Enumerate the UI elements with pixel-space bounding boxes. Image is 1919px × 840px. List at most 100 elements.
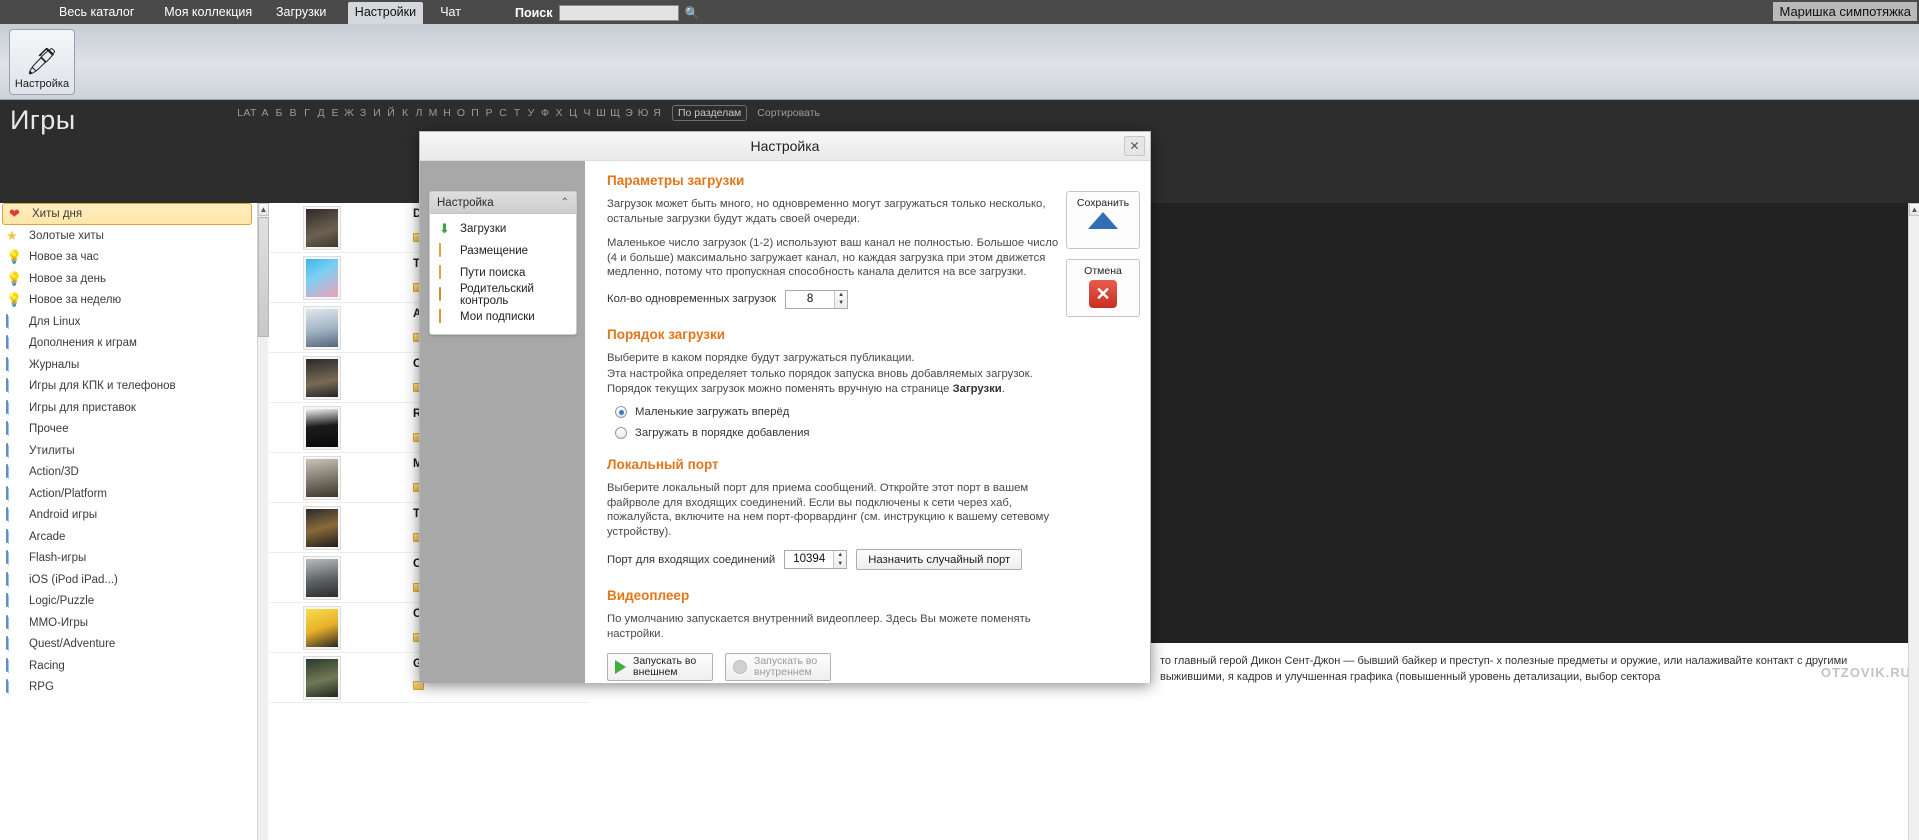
- alphabet-letter-ф[interactable]: Ф: [538, 107, 552, 119]
- sidebar-item-11[interactable]: Утилиты: [0, 440, 256, 462]
- dialog-nav-item-1[interactable]: Размещение: [430, 240, 576, 262]
- alphabet-letter-н[interactable]: Н: [440, 107, 454, 119]
- sidebar-scrollbar[interactable]: ▲: [257, 203, 269, 840]
- game-cover-image[interactable]: [303, 605, 341, 650]
- menu-item-2[interactable]: Загрузки: [269, 3, 333, 21]
- close-icon[interactable]: ✕: [1124, 136, 1145, 156]
- sidebar-item-3[interactable]: 💡 Новое за день: [0, 268, 256, 290]
- sidebar-item-6[interactable]: Дополнения к играм: [0, 333, 256, 355]
- alphabet-letter-л[interactable]: Л: [412, 107, 426, 119]
- content-scroll-up-arrow-icon[interactable]: ▲: [1909, 203, 1919, 216]
- game-cover-image[interactable]: [303, 455, 341, 500]
- scroll-up-arrow-icon[interactable]: ▲: [258, 203, 269, 216]
- incoming-port-stepper[interactable]: 10394 ▲ ▼: [784, 550, 848, 569]
- game-cover-item[interactable]: [269, 403, 411, 453]
- game-cover-item[interactable]: [269, 653, 411, 703]
- sidebar-item-15[interactable]: Arcade: [0, 526, 256, 548]
- content-scrollbar[interactable]: ▲: [1908, 203, 1919, 840]
- by-sections-button[interactable]: По разделам: [672, 105, 748, 121]
- sidebar-scroll-thumb[interactable]: [258, 217, 269, 337]
- radio-option-add-order[interactable]: Загружать в порядке добавления: [615, 427, 1150, 439]
- dialog-nav-item-4[interactable]: Мои подписки: [430, 306, 576, 328]
- alphabet-letter-я[interactable]: Я: [650, 107, 664, 119]
- alphabet-letter-р[interactable]: Р: [482, 107, 496, 119]
- search-input[interactable]: [558, 4, 679, 21]
- alphabet-letter-с[interactable]: С: [496, 107, 510, 119]
- game-cover-item[interactable]: [269, 503, 411, 553]
- dialog-nav-header[interactable]: Настройка ⌃: [430, 192, 576, 214]
- alphabet-letter-е[interactable]: Е: [328, 107, 342, 119]
- dialog-nav-item-2[interactable]: Пути поиска: [430, 262, 576, 284]
- downloads-page-link[interactable]: Загрузки: [953, 383, 1002, 395]
- sidebar-item-14[interactable]: Android игры: [0, 505, 256, 527]
- game-cover-image[interactable]: [303, 505, 341, 550]
- settings-toolbar-button[interactable]: 🖊 Настройка: [9, 29, 75, 95]
- alphabet-letter-м[interactable]: М: [426, 107, 440, 119]
- alphabet-letter-д[interactable]: Д: [314, 107, 328, 119]
- sidebar-item-10[interactable]: Прочее: [0, 419, 256, 441]
- alphabet-letter-в[interactable]: В: [286, 107, 300, 119]
- sidebar-item-2[interactable]: 💡 Новое за час: [0, 247, 256, 269]
- stepper-arrows[interactable]: ▲ ▼: [834, 290, 848, 308]
- game-cover-image[interactable]: [303, 205, 341, 250]
- search-icon[interactable]: 🔍: [685, 7, 700, 19]
- sidebar-item-9[interactable]: Игры для приставок: [0, 397, 256, 419]
- radio-icon-add-order[interactable]: [615, 427, 627, 439]
- alphabet-letter-э[interactable]: Э: [622, 107, 636, 119]
- stepper-up-icon[interactable]: ▲: [835, 291, 847, 300]
- sidebar-item-4[interactable]: 💡 Новое за неделю: [0, 290, 256, 312]
- alphabet-letter-ц[interactable]: Ц: [566, 107, 580, 119]
- alphabet-letter-у[interactable]: У: [524, 107, 538, 119]
- radio-option-small-first[interactable]: Маленькие загружать вперёд: [615, 406, 1150, 418]
- port-stepper-down-icon[interactable]: ▼: [834, 560, 846, 569]
- game-cover-image[interactable]: [303, 405, 341, 450]
- cancel-button[interactable]: Отмена ✕: [1066, 259, 1140, 317]
- port-stepper-arrows[interactable]: ▲ ▼: [833, 551, 847, 569]
- sidebar-item-18[interactable]: Logic/Puzzle: [0, 591, 256, 613]
- save-button[interactable]: Сохранить: [1066, 191, 1140, 249]
- alphabet-letter-б[interactable]: Б: [272, 107, 286, 119]
- alphabet-letter-п[interactable]: П: [468, 107, 482, 119]
- alphabet-letter-щ[interactable]: Щ: [608, 107, 622, 119]
- sidebar-item-13[interactable]: Action/Platform: [0, 483, 256, 505]
- game-cover-image[interactable]: [303, 655, 341, 700]
- alphabet-letter-т[interactable]: Т: [510, 107, 524, 119]
- port-stepper-up-icon[interactable]: ▲: [834, 551, 846, 560]
- menu-item-4[interactable]: Чат: [433, 3, 468, 21]
- sidebar-item-8[interactable]: Игры для КПК и телефонов: [0, 376, 256, 398]
- game-cover-image[interactable]: [303, 555, 341, 600]
- alphabet-letter-к[interactable]: К: [398, 107, 412, 119]
- sidebar-item-17[interactable]: iOS (iPod iPad...): [0, 569, 256, 591]
- game-cover-item[interactable]: [269, 553, 411, 603]
- stepper-down-icon[interactable]: ▼: [835, 299, 847, 308]
- sidebar-item-20[interactable]: Quest/Adventure: [0, 634, 256, 656]
- game-cover-item[interactable]: [269, 453, 411, 503]
- game-cover-item[interactable]: [269, 253, 411, 303]
- alphabet-letter-й[interactable]: Й: [384, 107, 398, 119]
- menu-item-0[interactable]: Весь каталог: [52, 3, 141, 21]
- alphabet-letter-lat[interactable]: LAT: [236, 107, 258, 119]
- sidebar-item-5[interactable]: Для Linux: [0, 311, 256, 333]
- sidebar-item-12[interactable]: Action/3D: [0, 462, 256, 484]
- game-cover-image[interactable]: [303, 255, 341, 300]
- sort-button[interactable]: Сортировать: [757, 107, 820, 119]
- concurrent-downloads-value[interactable]: 8: [786, 291, 834, 308]
- play-internal-button[interactable]: Запускать во внутреннем: [725, 653, 831, 681]
- sidebar-item-7[interactable]: Журналы: [0, 354, 256, 376]
- incoming-port-value[interactable]: 10394: [785, 551, 833, 568]
- menu-item-1[interactable]: Моя коллекция: [157, 3, 259, 21]
- sidebar-item-16[interactable]: Flash-игры: [0, 548, 256, 570]
- alphabet-letter-г[interactable]: Г: [300, 107, 314, 119]
- dialog-nav-item-0[interactable]: ⬇ Загрузки: [430, 218, 576, 240]
- sidebar-item-19[interactable]: MMO-Игры: [0, 612, 256, 634]
- sidebar-item-0[interactable]: ❤ Хиты дня: [2, 203, 252, 225]
- game-cover-item[interactable]: [269, 353, 411, 403]
- alphabet-letter-о[interactable]: О: [454, 107, 468, 119]
- radio-icon-small-first[interactable]: [615, 406, 627, 418]
- user-name-badge[interactable]: Маришка симпотяжка: [1773, 2, 1917, 21]
- alphabet-letter-з[interactable]: З: [356, 107, 370, 119]
- game-cover-image[interactable]: [303, 305, 341, 350]
- game-cover-item[interactable]: [269, 603, 411, 653]
- alphabet-letter-и[interactable]: И: [370, 107, 384, 119]
- alphabet-letter-ж[interactable]: Ж: [342, 107, 356, 119]
